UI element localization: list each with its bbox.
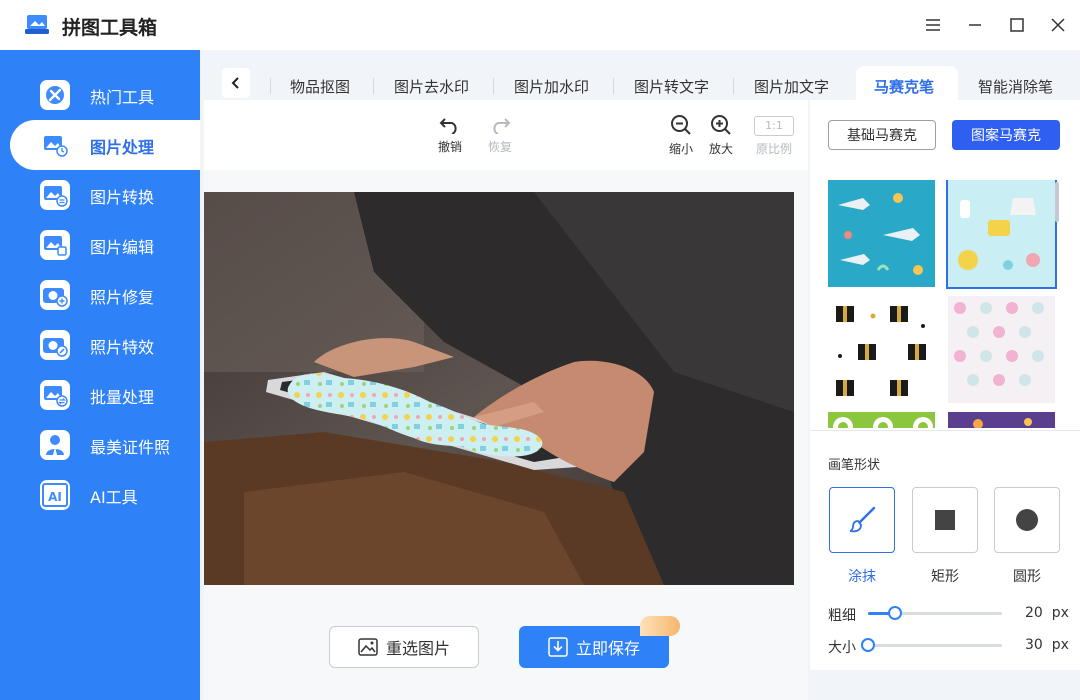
edited-photo[interactable] [204, 192, 794, 585]
size-value: 30 px [1025, 637, 1069, 653]
basic-mosaic-button[interactable]: 基础马赛克 [828, 120, 936, 150]
ratio-icon: 1:1 [754, 116, 794, 136]
minimize-icon[interactable] [962, 12, 988, 38]
tab-add-watermark[interactable]: 图片加水印 [514, 76, 589, 97]
pattern-gift-boxes[interactable] [828, 296, 935, 403]
sidebar: 热门工具 图片处理 图片转换 图片编辑 照片修复 照片特效 批量处理 最美证件照… [0, 50, 200, 700]
tab-back-button[interactable] [222, 68, 250, 98]
image-convert-icon [40, 180, 70, 210]
sidebar-item-label: 照片特效 [90, 338, 155, 357]
canvas-toolbar: 撤销 恢复 缩小 放大 1:1 原比例 [204, 100, 808, 170]
pattern-mosaic-button[interactable]: 图案马赛克 [952, 120, 1060, 150]
redo-button[interactable]: 恢复 [480, 114, 520, 155]
divider [810, 430, 1080, 431]
brush-shape-title: 画笔形状 [828, 458, 881, 473]
zoom-out-icon [671, 115, 691, 135]
batch-icon [40, 380, 70, 410]
brush-shape-smear-button[interactable] [829, 487, 895, 553]
sidebar-item-id-photo[interactable]: 最美证件照 [0, 420, 200, 470]
pattern-grid [828, 180, 1058, 428]
maximize-icon[interactable] [1004, 12, 1030, 38]
sidebar-item-ai-tools[interactable]: AI AI工具 [0, 470, 200, 520]
sidebar-item-label: 最美证件照 [90, 438, 171, 457]
tab-object-cutout[interactable]: 物品抠图 [290, 76, 350, 97]
tab-remove-watermark[interactable]: 图片去水印 [394, 76, 469, 97]
tab-smart-eraser[interactable]: 智能消除笔 [978, 76, 1053, 97]
square-icon [935, 510, 955, 530]
pattern-green-circles[interactable] [828, 412, 935, 428]
tool-tabs: 物品抠图 图片去水印 图片加水印 图片转文字 图片加文字 马赛克笔 智能消除笔 [200, 50, 1080, 102]
circle-icon [1016, 509, 1038, 531]
canvas-panel: 撤销 恢复 缩小 放大 1:1 原比例 重选图片 立即保存 [204, 100, 808, 700]
sidebar-item-image-process[interactable]: 图片处理 [10, 120, 200, 170]
title-bar: 拼图工具箱 [0, 0, 1080, 50]
zoom-in-button[interactable]: 放大 [701, 114, 741, 157]
sidebar-item-image-convert[interactable]: 图片转换 [0, 170, 200, 220]
size-label: 大小 [828, 640, 856, 656]
ai-icon: AI [40, 480, 70, 510]
pattern-pastel-dots[interactable] [948, 296, 1055, 403]
image-icon [358, 638, 378, 656]
gear-tools-icon [40, 80, 70, 110]
pattern-purple-space[interactable] [948, 412, 1055, 428]
sidebar-item-label: 照片修复 [90, 288, 155, 307]
thickness-label: 粗细 [828, 608, 856, 624]
tab-mosaic-pen[interactable]: 马赛克笔 [874, 76, 934, 97]
tab-add-text[interactable]: 图片加文字 [754, 76, 829, 97]
tab-image-to-text[interactable]: 图片转文字 [634, 76, 709, 97]
pattern-ocean-sharks[interactable] [828, 180, 935, 287]
mosaic-settings-panel: 基础马赛克 图案马赛克 画笔形状 涂抹 矩形 圆形 粗细 20 px 大小 30… [810, 100, 1080, 670]
sidebar-item-photo-repair[interactable]: 照片修复 [0, 270, 200, 320]
brush-shape-circle-label: 圆形 [1013, 569, 1041, 585]
brush-shape-rect-label: 矩形 [931, 569, 959, 585]
sidebar-item-label: 图片处理 [90, 138, 155, 157]
sidebar-item-label: 批量处理 [90, 388, 155, 407]
brush-icon [849, 506, 876, 533]
vip-badge [640, 616, 680, 636]
undo-button[interactable]: 撤销 [430, 114, 470, 155]
sidebar-item-batch[interactable]: 批量处理 [0, 370, 200, 420]
zoom-in-icon [711, 115, 731, 135]
image-process-icon [40, 130, 70, 160]
close-icon[interactable] [1045, 12, 1071, 38]
sidebar-item-label: 图片编辑 [90, 238, 155, 257]
sidebar-item-hot-tools[interactable]: 热门工具 [0, 70, 200, 120]
sidebar-item-label: 图片转换 [90, 188, 155, 207]
sidebar-item-image-edit[interactable]: 图片编辑 [0, 220, 200, 270]
image-edit-icon [40, 230, 70, 260]
chevron-left-icon [231, 77, 239, 89]
svg-text:AI: AI [48, 490, 62, 504]
sidebar-item-photo-effect[interactable]: 照片特效 [0, 320, 200, 370]
pattern-scrollbar[interactable] [1055, 182, 1059, 222]
camera-effect-icon [40, 330, 70, 360]
app-logo-icon [25, 15, 49, 34]
app-title: 拼图工具箱 [62, 17, 158, 39]
brush-shape-circle-button[interactable] [994, 487, 1060, 553]
camera-repair-icon [40, 280, 70, 310]
redo-icon [493, 118, 511, 134]
thickness-value: 20 px [1025, 605, 1069, 621]
size-slider[interactable] [861, 638, 1002, 652]
reselect-image-button[interactable]: 重选图片 [329, 626, 479, 668]
brush-shape-rect-button[interactable] [912, 487, 978, 553]
thickness-slider[interactable] [868, 606, 1002, 620]
id-photo-icon [40, 430, 70, 460]
pattern-baby-toys[interactable] [946, 180, 1057, 289]
undo-icon [439, 118, 457, 134]
zoom-out-button[interactable]: 缩小 [661, 114, 701, 157]
original-ratio-button[interactable]: 1:1 原比例 [754, 114, 794, 157]
sidebar-item-label: 热门工具 [90, 88, 155, 107]
thickness-slider-thumb[interactable] [887, 606, 902, 620]
download-icon [548, 637, 568, 657]
menu-icon[interactable] [920, 12, 946, 38]
sidebar-item-label: AI工具 [90, 488, 138, 507]
size-slider-thumb[interactable] [861, 638, 875, 652]
brush-shape-smear-label: 涂抹 [848, 569, 876, 585]
